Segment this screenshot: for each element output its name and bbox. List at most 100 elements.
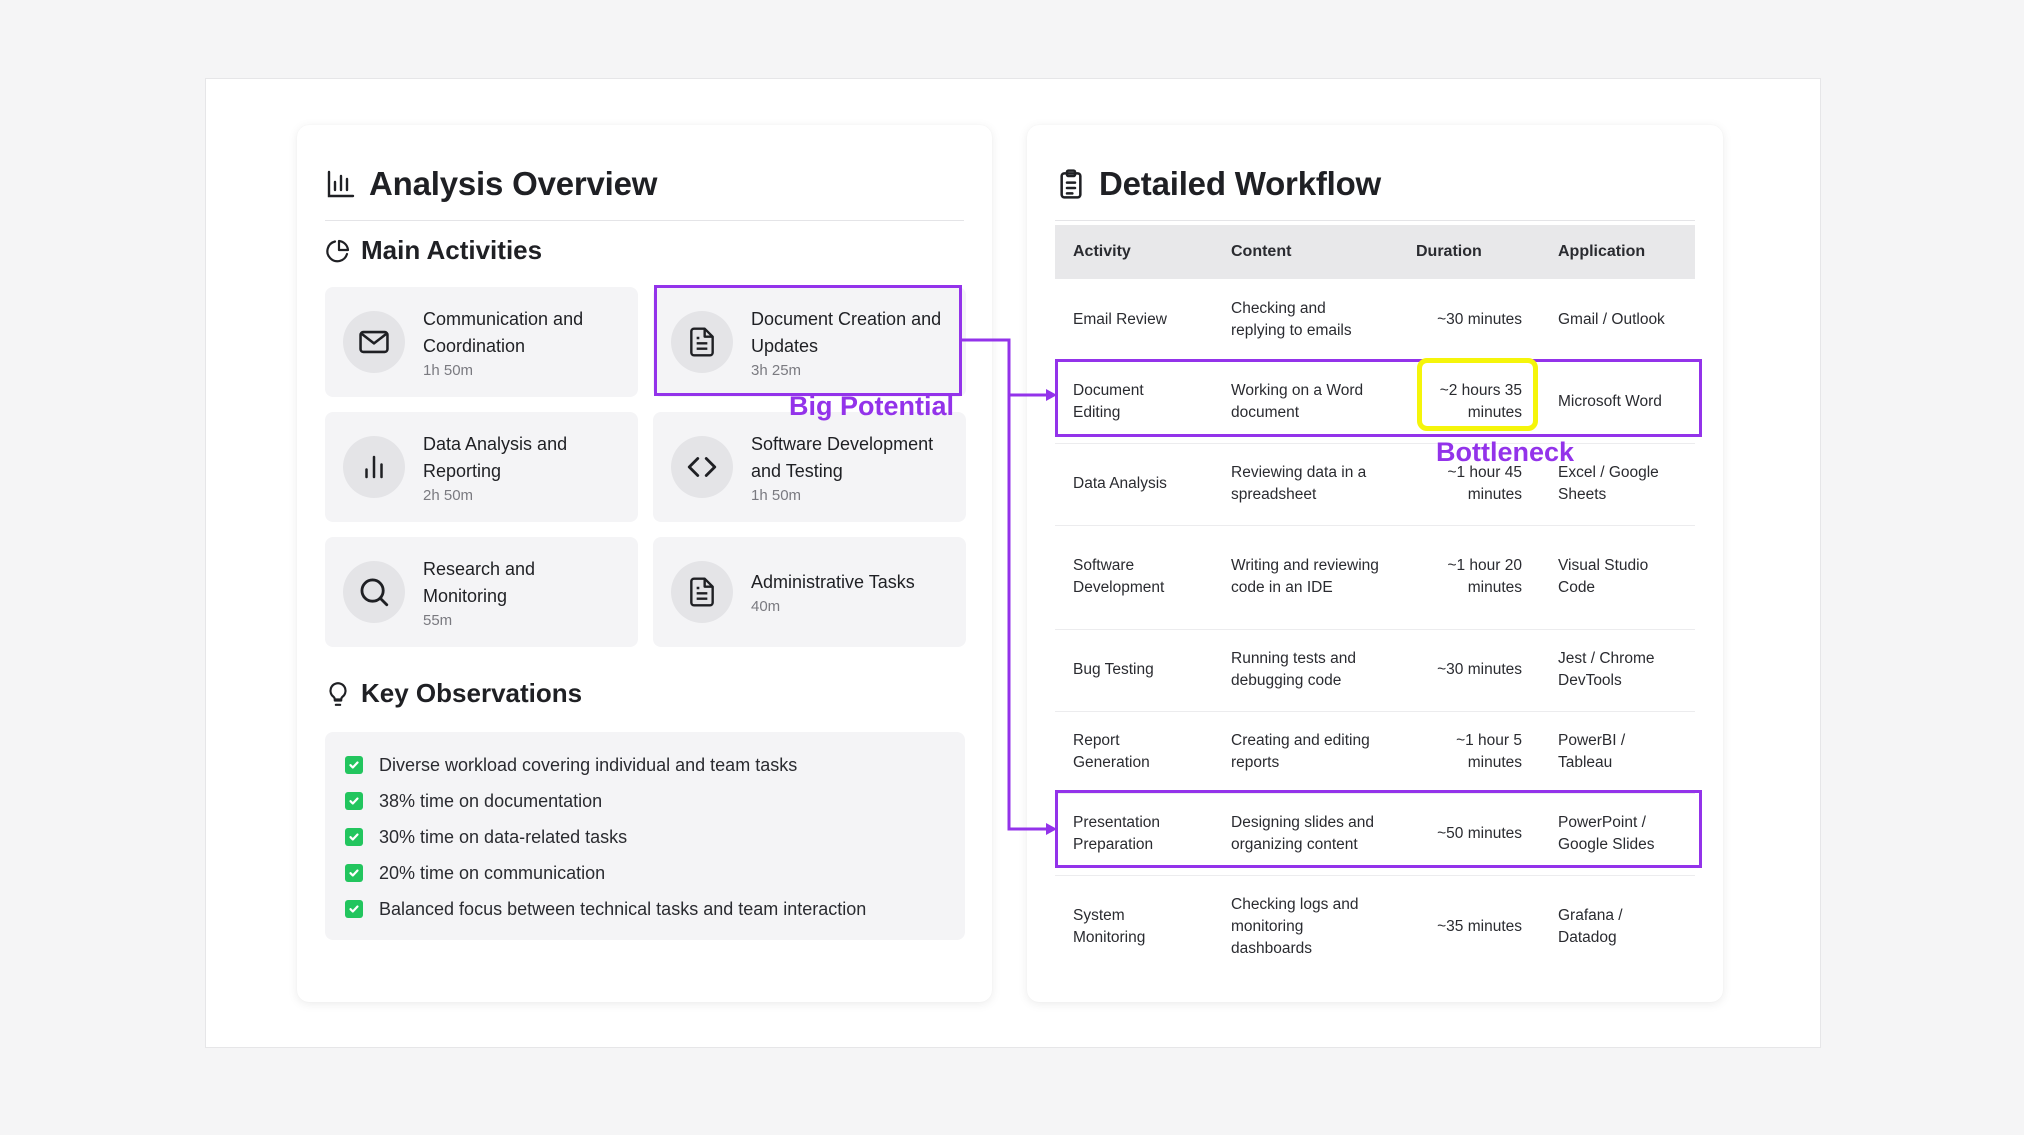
bar-chart-icon bbox=[325, 168, 357, 200]
main-activities-heading: Main Activities bbox=[325, 235, 542, 266]
checkbox-icon bbox=[345, 864, 363, 882]
activity-tile[interactable]: Software Development and Testing 1h 50m bbox=[653, 412, 966, 522]
activity-tile[interactable]: Administrative Tasks 40m bbox=[653, 537, 966, 647]
checkbox-icon bbox=[345, 792, 363, 810]
content-cell: Checking logs and monitoring dashboards bbox=[1231, 896, 1359, 958]
key-observations-title: Key Observations bbox=[361, 678, 583, 708]
activity-tile[interactable]: Research and Monitoring 55m bbox=[325, 537, 638, 647]
document-icon bbox=[671, 311, 733, 373]
activity-cell: Presentation Preparation bbox=[1055, 793, 1213, 876]
activity-cell: Report Generation bbox=[1055, 711, 1213, 794]
table-row[interactable]: Document Editing Working on a Word docum… bbox=[1055, 361, 1695, 444]
observation-item: 38% time on documentation bbox=[325, 783, 965, 819]
application-cell: Excel / Google Sheets bbox=[1540, 443, 1695, 526]
content-cell: Running tests and debugging code bbox=[1213, 629, 1398, 712]
analysis-overview-card: Analysis Overview Main Activities Commun… bbox=[297, 125, 992, 1002]
duration-cell: ~1 hour 20 minutes bbox=[1398, 525, 1540, 630]
main-activities-title: Main Activities bbox=[361, 235, 543, 265]
activity-label: Research and Monitoring bbox=[423, 558, 536, 606]
content-cell: Working on a Word document bbox=[1213, 361, 1398, 444]
table-row[interactable]: Bug Testing Running tests and debugging … bbox=[1055, 629, 1695, 712]
duration-cell: ~30 minutes bbox=[1398, 629, 1540, 712]
table-row[interactable]: Email Review Checking and replying to em… bbox=[1055, 279, 1695, 362]
activity-label: Document Creation and Updates bbox=[751, 308, 942, 356]
activity-time: 1h 50m bbox=[751, 486, 802, 504]
activity-tile[interactable]: Data Analysis and Reporting 2h 50m bbox=[325, 412, 638, 522]
activity-time: 55m bbox=[423, 611, 453, 629]
observation-item: Balanced focus between technical tasks a… bbox=[325, 891, 965, 927]
table-row[interactable]: Presentation Preparation Designing slide… bbox=[1055, 793, 1695, 876]
table-header-row: Activity Content Duration Application bbox=[1055, 225, 1695, 279]
content-cell: Checking and replying to emails bbox=[1213, 279, 1398, 362]
application-cell: Microsoft Word bbox=[1540, 361, 1695, 444]
activity-cell: Software Development bbox=[1055, 525, 1213, 630]
observation-text: 20% time on communication bbox=[379, 862, 606, 883]
table-row[interactable]: System Monitoring Checking logs and moni… bbox=[1055, 875, 1695, 979]
observation-item: Diverse workload covering individual and… bbox=[325, 747, 965, 783]
observation-text: Balanced focus between technical tasks a… bbox=[379, 898, 867, 919]
activity-cell: Bug Testing bbox=[1055, 629, 1213, 712]
duration-cell: ~50 minutes bbox=[1398, 793, 1540, 876]
column-header[interactable]: Application bbox=[1540, 225, 1695, 279]
table-row[interactable]: Data Analysis Reviewing data in a spread… bbox=[1055, 443, 1695, 526]
duration-cell: ~30 minutes bbox=[1398, 279, 1540, 362]
observation-text: 30% time on data-related tasks bbox=[379, 826, 628, 847]
observation-item: 20% time on communication bbox=[325, 855, 965, 891]
application-cell: Jest / Chrome DevTools bbox=[1540, 629, 1695, 712]
document-icon bbox=[671, 561, 733, 623]
clipboard-icon bbox=[1055, 168, 1087, 200]
column-header[interactable]: Content bbox=[1213, 225, 1398, 279]
activity-label: Data Analysis and Reporting bbox=[423, 433, 568, 481]
workflow-table: Activity Content Duration Application Em… bbox=[1055, 225, 1695, 979]
application-cell: PowerPoint / Google Slides bbox=[1540, 793, 1695, 876]
activity-tile[interactable]: Communication and Coordination 1h 50m bbox=[325, 287, 638, 397]
application-cell: Gmail / Outlook bbox=[1540, 279, 1695, 362]
pie-chart-icon bbox=[325, 238, 351, 264]
activity-time: 3h 25m bbox=[751, 361, 802, 379]
duration-cell: ~1 hour 5 minutes bbox=[1398, 711, 1540, 794]
content-cell: Designing slides and organizing content bbox=[1213, 793, 1398, 876]
analysis-overview-title: Analysis Overview bbox=[369, 164, 658, 202]
content-cell: Creating and editing reports bbox=[1213, 711, 1398, 794]
detailed-workflow-header: Detailed Workflow bbox=[1055, 147, 1695, 221]
code-icon bbox=[671, 436, 733, 498]
observation-item: 30% time on data-related tasks bbox=[325, 819, 965, 855]
duration-cell: ~1 hour 45 minutes bbox=[1398, 443, 1540, 526]
column-header[interactable]: Activity bbox=[1055, 225, 1213, 279]
observation-text: Diverse workload covering individual and… bbox=[379, 754, 798, 775]
detailed-workflow-title: Detailed Workflow bbox=[1099, 164, 1382, 202]
application-cell: PowerBI / Tableau bbox=[1540, 711, 1695, 794]
activity-cell: System Monitoring bbox=[1073, 907, 1146, 947]
observation-text: 38% time on documentation bbox=[379, 790, 603, 811]
analysis-overview-header: Analysis Overview bbox=[325, 147, 964, 221]
activity-time: 1h 50m bbox=[423, 361, 474, 379]
content-cell: Writing and reviewing code in an IDE bbox=[1213, 525, 1398, 630]
key-observations-heading: Key Observations bbox=[325, 678, 582, 709]
application-cell: Grafana / Datadog bbox=[1558, 907, 1623, 947]
content-cell: Reviewing data in a spreadsheet bbox=[1213, 443, 1398, 526]
activity-time: 2h 50m bbox=[423, 486, 474, 504]
activity-cell: Document Editing bbox=[1055, 361, 1213, 444]
activity-tile[interactable]: Document Creation and Updates 3h 25m bbox=[653, 287, 966, 397]
search-icon bbox=[343, 561, 405, 623]
lightbulb-icon bbox=[325, 681, 351, 707]
observations-list: Diverse workload covering individual and… bbox=[325, 732, 965, 940]
application-cell: Visual Studio Code bbox=[1540, 525, 1695, 630]
checkbox-icon bbox=[345, 756, 363, 774]
activity-label: Administrative Tasks bbox=[751, 572, 915, 592]
checkbox-icon bbox=[345, 828, 363, 846]
duration-cell: ~2 hours 35 minutes bbox=[1398, 361, 1540, 444]
activity-label: Software Development and Testing bbox=[751, 433, 934, 481]
detailed-workflow-card: Detailed Workflow Activity Content Durat… bbox=[1027, 125, 1723, 1002]
activity-cell: Data Analysis bbox=[1055, 443, 1213, 526]
bar-chart-icon bbox=[343, 436, 405, 498]
activity-time: 40m bbox=[751, 598, 781, 615]
table-row[interactable]: Report Generation Creating and editing r… bbox=[1055, 711, 1695, 794]
column-header[interactable]: Duration bbox=[1398, 225, 1540, 279]
duration-cell: ~35 minutes bbox=[1437, 918, 1522, 936]
mail-icon bbox=[343, 311, 405, 373]
checkbox-icon bbox=[345, 900, 363, 918]
table-row[interactable]: Software Development Writing and reviewi… bbox=[1055, 525, 1695, 630]
activity-label: Communication and Coordination bbox=[423, 308, 584, 356]
activity-cell: Email Review bbox=[1055, 279, 1213, 362]
